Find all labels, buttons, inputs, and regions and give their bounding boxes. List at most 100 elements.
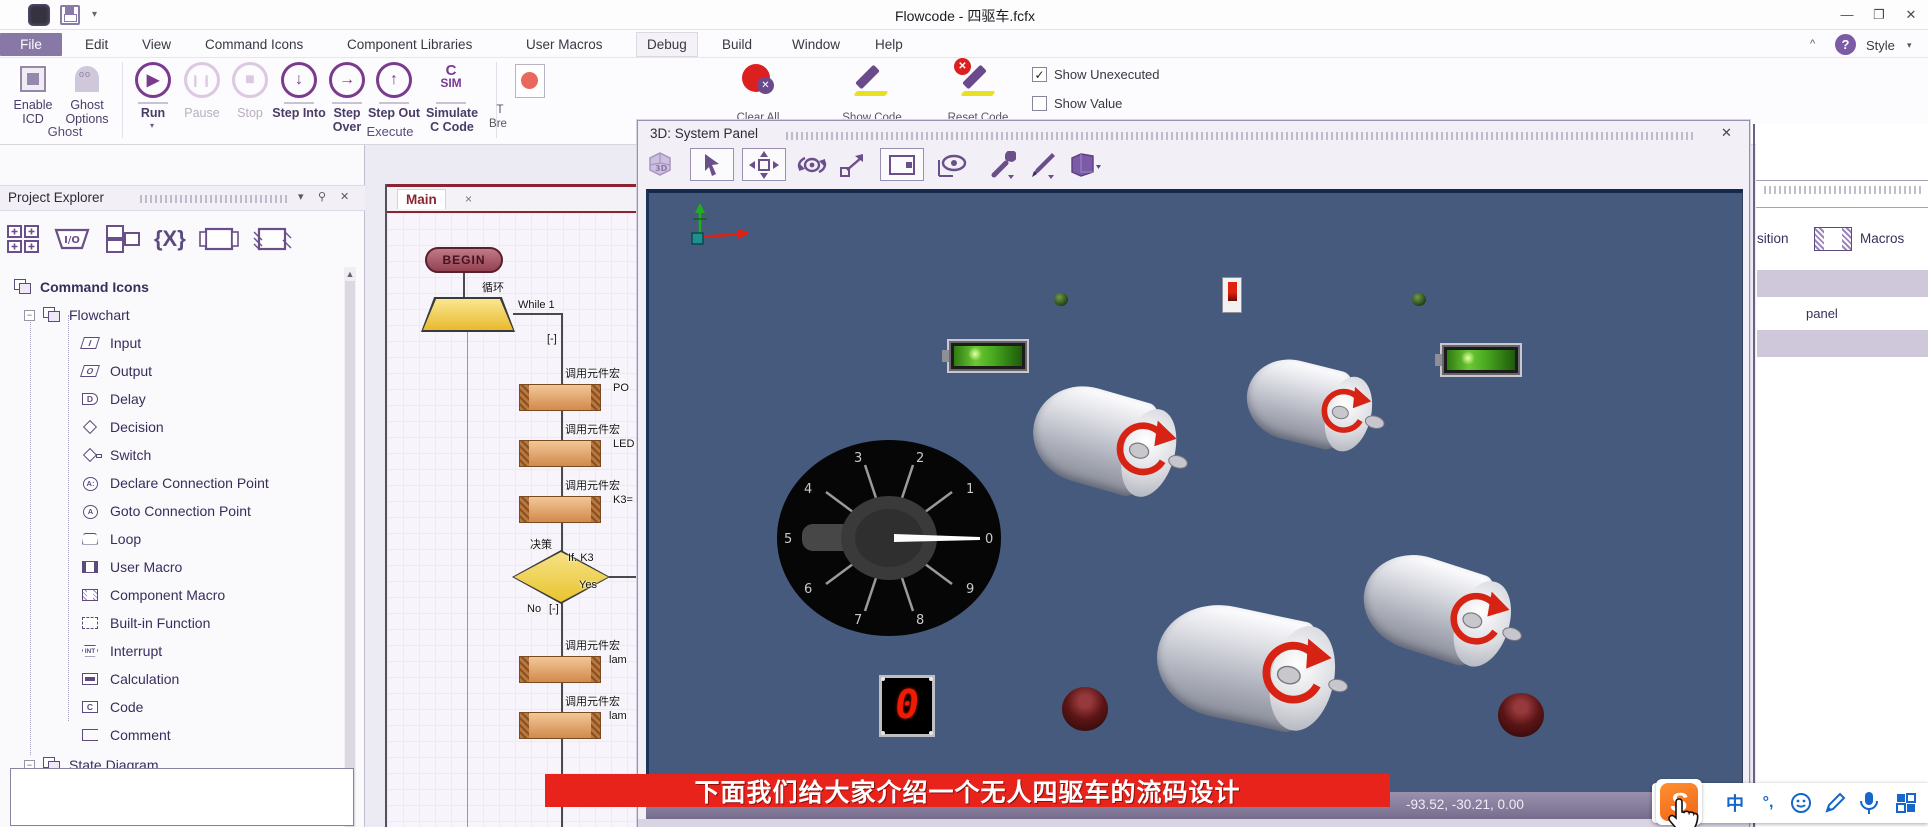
tree-item-switch[interactable]: Switch xyxy=(80,443,151,467)
panel-bounds-tool[interactable] xyxy=(880,148,924,181)
rotate-view-tool[interactable] xyxy=(792,148,832,181)
visibility-eye-tool[interactable] xyxy=(930,148,974,181)
trace-breakpoint-icon[interactable] xyxy=(515,64,545,98)
tree-item-declare-connection-point[interactable]: A: Declare Connection Point xyxy=(80,471,269,495)
expression-icon[interactable]: {X} xyxy=(154,226,186,252)
flowchart-canvas[interactable]: BEGIN 循环 While 1 [-] 调用元件宏 PO 调用元件宏 LED … xyxy=(387,213,637,827)
menu-component-libraries[interactable]: Component Libraries xyxy=(337,33,482,56)
save-icon[interactable] xyxy=(60,5,80,25)
ime-handwriting-icon[interactable] xyxy=(1820,783,1850,823)
ghost-options-icon[interactable] xyxy=(75,66,99,92)
show-code-icon[interactable] xyxy=(855,62,891,96)
clear-all-breakpoints-icon[interactable]: ✕ xyxy=(742,64,774,94)
green-led-3d[interactable] xyxy=(1054,293,1068,306)
begin-node[interactable]: BEGIN xyxy=(425,247,503,273)
component-macro-node[interactable] xyxy=(519,384,601,411)
step-into-button[interactable]: Step Into xyxy=(272,106,326,120)
menu-build[interactable]: Build xyxy=(712,33,762,56)
maximize-button[interactable]: ❐ xyxy=(1865,4,1893,26)
tree-item-calculation[interactable]: Calculation xyxy=(80,667,179,691)
select-cursor-tool[interactable] xyxy=(690,148,734,181)
menu-window[interactable]: Window xyxy=(782,33,850,56)
macro-chip-icon[interactable] xyxy=(198,224,240,254)
tree-item-output[interactable]: O Output xyxy=(80,359,152,383)
tree-item-loop[interactable]: Loop xyxy=(80,527,141,551)
sidebar-scrollbar[interactable]: ▲ ▼ xyxy=(344,267,356,827)
reset-code-icon[interactable]: ✕ xyxy=(962,62,998,96)
collapse-marker[interactable]: [-] xyxy=(547,333,557,345)
enable-icd-button[interactable]: Enable ICD xyxy=(6,98,60,126)
tree-item-component-macro[interactable]: Component Macro xyxy=(80,583,225,607)
style-menu[interactable]: Style xyxy=(1866,38,1895,53)
step-over-icon[interactable]: → xyxy=(329,62,365,98)
rotary-dial-3d[interactable]: 0 1 2 3 4 5 6 7 8 9 xyxy=(774,438,1004,638)
scrollbar-thumb[interactable] xyxy=(345,281,355,827)
tree-item-goto-connection-point[interactable]: A Goto Connection Point xyxy=(80,499,251,523)
resize-tool[interactable] xyxy=(832,148,874,181)
menu-edit[interactable]: Edit xyxy=(75,33,118,56)
component-macro-node[interactable] xyxy=(519,712,601,739)
led-bar-3d[interactable] xyxy=(949,341,1027,371)
motor-3d[interactable] xyxy=(1022,374,1193,508)
seven-segment-display-3d[interactable]: 0 xyxy=(879,675,935,737)
wheel-3d[interactable] xyxy=(1062,687,1108,731)
decision-node[interactable] xyxy=(512,550,610,604)
menu-debug[interactable]: Debug xyxy=(637,33,697,56)
while-loop-node[interactable] xyxy=(421,297,515,332)
component-macro-node[interactable] xyxy=(519,440,601,467)
collapse-marker[interactable]: [-] xyxy=(549,603,559,615)
panel-drag-texture[interactable] xyxy=(786,132,1696,140)
tree-item-code[interactable]: C Code xyxy=(80,695,143,719)
ime-emoji-icon[interactable] xyxy=(1786,783,1816,823)
configure-wrench-tool[interactable] xyxy=(982,148,1022,181)
show-unexecuted-row[interactable]: ✓ Show Unexecuted xyxy=(1032,67,1160,82)
3d-system-panel-window[interactable]: 3D: System Panel ✕ 3D xyxy=(637,120,1750,827)
macros-header[interactable]: Macros xyxy=(1860,231,1904,246)
tree-item-decision[interactable]: Decision xyxy=(80,415,164,439)
panel-close-icon[interactable]: ✕ xyxy=(340,190,349,203)
step-out-icon[interactable]: ↑ xyxy=(376,62,412,98)
component-macro-node[interactable] xyxy=(519,496,601,523)
show-value-row[interactable]: Show Value xyxy=(1032,96,1122,111)
expand-all-icon[interactable] xyxy=(6,224,40,254)
paint-brush-tool[interactable] xyxy=(1022,148,1062,181)
menu-help[interactable]: Help xyxy=(865,33,913,56)
tree-item-input[interactable]: I Input xyxy=(80,331,141,355)
enable-icd-icon[interactable] xyxy=(20,66,46,92)
tree-item-built-in-function[interactable]: Built-in Function xyxy=(80,611,210,635)
tree-item-delay[interactable]: D Delay xyxy=(80,387,146,411)
step-into-icon[interactable]: ↓ xyxy=(281,62,317,98)
project-explorer-header[interactable]: Project Explorer ▾ ⚲ ✕ xyxy=(0,185,365,211)
help-icon[interactable]: ? xyxy=(1835,34,1856,55)
io-icon[interactable]: I/O xyxy=(52,226,92,252)
green-led-3d[interactable] xyxy=(1412,293,1426,306)
3d-panel-close-icon[interactable]: ✕ xyxy=(1721,125,1732,141)
simulate-c-code-icon[interactable]: C SIM xyxy=(428,64,474,90)
panel-drag-texture[interactable] xyxy=(140,195,290,203)
ime-voice-icon[interactable] xyxy=(1854,783,1884,823)
ime-toolbox-icon[interactable] xyxy=(1890,783,1922,823)
wheel-3d[interactable] xyxy=(1498,693,1544,737)
ribbon-collapse-icon[interactable]: ^ xyxy=(1810,38,1815,50)
switch-3d[interactable] xyxy=(1222,277,1242,313)
run-button[interactable]: Run xyxy=(126,106,180,120)
component-chip-icon[interactable] xyxy=(252,224,292,254)
step-out-button[interactable]: Step Out xyxy=(367,106,421,120)
motor-3d[interactable] xyxy=(1238,350,1385,460)
collapse-box-icon[interactable]: − xyxy=(24,310,35,321)
motor-3d[interactable] xyxy=(1146,593,1350,741)
solid-cube-tool[interactable] xyxy=(1062,148,1108,181)
menu-command-icons[interactable]: Command Icons xyxy=(195,33,313,56)
ghost-options-button[interactable]: Ghost Options xyxy=(60,98,114,126)
quick-access-caret-icon[interactable]: ▾ xyxy=(92,9,97,20)
run-icon[interactable]: ▶ xyxy=(135,62,171,98)
tree-item-comment[interactable]: Comment xyxy=(80,723,171,747)
component-macro-node[interactable] xyxy=(519,656,601,683)
tree-item-command-icons[interactable]: Command Icons xyxy=(14,275,149,299)
close-button[interactable]: ✕ xyxy=(1897,4,1925,26)
show-value-checkbox[interactable] xyxy=(1032,96,1047,111)
ime-cn-en-toggle[interactable]: 中 xyxy=(1720,783,1750,823)
menu-user-macros[interactable]: User Macros xyxy=(516,33,613,56)
tab-close-icon[interactable]: × xyxy=(465,192,472,206)
ime-punctuation-toggle[interactable]: °, xyxy=(1754,783,1782,823)
